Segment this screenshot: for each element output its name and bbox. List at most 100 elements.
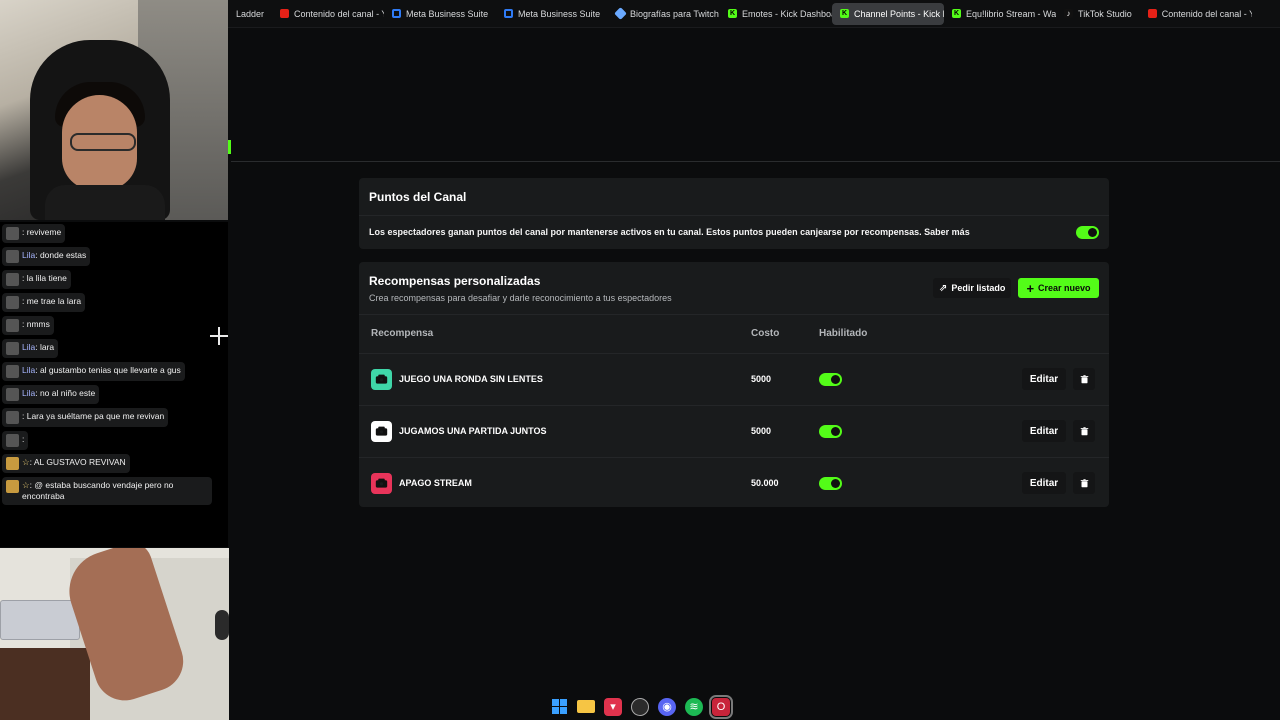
chat-username: Lila [22,388,36,398]
red-app-icon[interactable]: ▾ [604,697,622,716]
browser-tab-label: Channel Points - Kick Das [854,8,944,19]
reward-name: JUEGO UNA RONDA SIN LENTES [399,374,543,384]
chat-message: : la lila tiene [2,270,71,289]
column-header-cost: Costo [751,328,780,339]
chat-message: Lila: no al niño este [2,385,100,404]
browser-tab-label: Contenido del canal - Yo [294,8,385,19]
reward-cost: 50.000 [751,478,779,488]
chat-message: ☆: @ estaba buscando vendaje pero no enc… [2,477,212,505]
browser-tab[interactable]: Biografías para Twitch y [608,3,720,25]
header-divider [231,161,1280,162]
trash-icon[interactable] [1073,368,1095,390]
sparkle-icon [614,7,627,20]
browser-tab[interactable]: K Equ!librio Stream - Wat [944,3,1056,25]
chat-message-body: : reviveme [22,227,61,238]
windows-start-icon[interactable] [550,698,568,716]
file-explorer-icon[interactable] [577,700,595,713]
chat-message: : nmms [2,316,54,335]
discord-icon[interactable]: ◉ [658,697,676,716]
chat-message: : [2,431,29,450]
browser-tab[interactable]: K Emotes - Kick Dashboar [720,3,832,25]
chat-message: ☆: AL GUSTAVO REVIVAN [2,454,130,473]
chat-text: : reviveme [22,227,62,237]
chat-avatar [6,227,19,240]
browser-tab[interactable]: Contenido del canal - Yo [1140,3,1252,25]
browser-tab-label: Emotes - Kick Dashboar [742,8,833,19]
opera-gx-icon[interactable]: O [709,694,733,719]
chat-avatar [6,296,19,309]
trash-icon[interactable] [1073,420,1095,442]
reward-cost: 5000 [751,426,772,436]
spotify-icon[interactable]: ≋ [685,697,703,716]
browser-tab-label: Ladder [236,8,265,19]
create-reward-button[interactable]: + Crear nuevo [1018,278,1099,298]
browser-tab[interactable]: Meta Business Suite [384,3,496,25]
chat-avatar [6,273,19,286]
desk-wood [0,648,90,720]
reward-name: JUGAMOS UNA PARTIDA JUNTOS [399,426,547,436]
chat-message-body: ☆: AL GUSTAVO REVIVAN [22,457,126,468]
reward-enabled-toggle[interactable] [819,477,842,490]
chat-avatar [6,411,19,424]
webcam-feed [0,0,228,220]
divider [359,215,1109,216]
meta-icon [504,9,514,18]
chat-text: : Lara ya suéltame pa que me revivan [22,411,165,421]
youtube-icon [280,9,290,18]
chat-text: : la lila tiene [22,273,67,283]
chat-message-body: : Lara ya suéltame pa que me revivan [22,411,164,422]
browser-tab[interactable]: K Channel Points - Kick Das [832,2,945,25]
stream-chat: : reviveme Lila: donde estas: la lila tie… [0,222,228,547]
request-list-button[interactable]: ⇗ Pedir listado [933,278,1012,298]
rewards-table-header: Recompensa Costo Habilitado [359,315,1109,353]
reward-cost: 5000 [751,374,772,384]
chat-message-body: : nmms [22,319,50,330]
browser-tab-label: Meta Business Suite [406,8,489,19]
kick-icon: K [952,9,962,18]
desk-camera-feed [0,548,229,720]
streamer-shirt [45,185,165,220]
browser-tab[interactable]: ♪ TikTok Studio [1056,3,1140,25]
edit-reward-button[interactable]: Editar [1022,472,1066,494]
taskbar: ▾ ◉ ≋ O [540,693,740,720]
browser-tab[interactable]: Meta Business Suite [496,3,608,25]
kick-icon: K [728,9,738,18]
column-header-reward: Recompensa [371,328,434,339]
custom-rewards-subtitle: Crea recompensas para desafiar y darle r… [369,293,672,303]
reward-row: APAGO STREAM 50.000 Editar [359,457,1109,509]
chat-avatar [6,480,19,493]
chat-text: : lara [35,342,55,352]
edit-reward-button[interactable]: Editar [1022,368,1066,390]
trash-icon[interactable] [1073,472,1095,494]
browser-tab-label: Biografías para Twitch y [630,8,721,19]
chat-avatar [6,457,19,470]
browser-tab-strip: Ladder Contenido del canal - Yo Meta Busin… [228,0,1280,28]
reward-enabled-toggle[interactable] [819,425,842,438]
chat-username: ☆ [22,457,30,467]
streamer-glasses [70,133,136,151]
channel-points-toggle[interactable] [1076,226,1099,239]
chat-text: : AL GUSTAVO REVIVAN [29,457,126,467]
custom-rewards-title: Recompensas personalizadas [369,274,541,288]
browser-tab[interactable]: Ladder [228,3,272,25]
channel-points-card: Puntos del Canal Los espectadores ganan … [359,178,1109,249]
reward-enabled-toggle[interactable] [819,373,842,386]
chat-message-body: ☆: @ estaba buscando vendaje pero no enc… [22,480,208,502]
chat-text: : me trae la lara [22,296,82,306]
chat-text: : no al niño este [35,388,96,398]
chat-username: ☆ [22,480,30,490]
mouse [215,610,229,640]
keyboard [0,600,80,640]
chat-username: Lila [22,365,36,375]
edit-reward-button[interactable]: Editar [1022,420,1066,442]
channel-points-title: Puntos del Canal [369,190,467,204]
reward-row: JUEGO UNA RONDA SIN LENTES 5000 Editar [359,353,1109,405]
chat-text: : @ estaba buscando vendaje pero no enco… [22,480,174,501]
chat-avatar [6,434,19,447]
chat-message-body: : la lila tiene [22,273,67,284]
chat-message-body: : me trae la lara [22,296,81,307]
chat-avatar [6,319,19,332]
browser-tab[interactable]: Contenido del canal - Yo [272,3,384,25]
browser-icon[interactable] [631,697,649,716]
channel-points-description: Los espectadores ganan puntos del canal … [369,227,970,237]
